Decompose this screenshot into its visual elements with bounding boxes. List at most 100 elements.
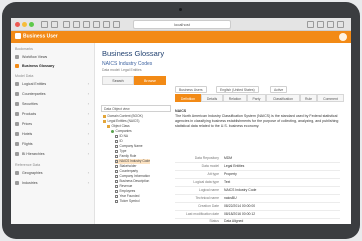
tab-rule[interactable]: Rule (300, 94, 317, 102)
prop-label: Logical data type (193, 180, 219, 184)
term-icon (115, 144, 118, 148)
folder-icon (107, 124, 110, 128)
chevron-right-icon: › (87, 102, 89, 106)
share-icon[interactable] (93, 21, 100, 28)
share-page-icon[interactable] (317, 21, 324, 28)
tree-node-label: ID NA (119, 134, 129, 138)
sidebar-item-bi-hierarchies[interactable]: BI Hierarchies › (15, 150, 91, 158)
app-logo[interactable]: Business User (15, 33, 58, 39)
tree-node-label: ID (119, 139, 123, 143)
page-subtitle: NAICS Industry Codes (102, 61, 153, 67)
prop-value: 08/22/2014 00:00:00 (224, 204, 256, 208)
back-icon[interactable] (41, 21, 48, 28)
filter-language-select[interactable]: English (United States) (216, 86, 259, 93)
tab-definition[interactable]: Definition (175, 94, 201, 102)
term-icon (115, 184, 118, 188)
sidebar-toggle-icon[interactable] (63, 21, 70, 28)
folder-icon (103, 119, 106, 123)
chevron-right-icon: › (87, 82, 89, 86)
reload-icon[interactable] (83, 21, 90, 28)
chevron-right-icon: › (87, 181, 89, 185)
sidebar-item-geographies[interactable]: Geographies › (15, 169, 91, 177)
camera-dot (179, 8, 182, 11)
chevron-right-icon: › (87, 142, 89, 146)
prop-divider (175, 162, 340, 163)
url-bar[interactable]: localhost (133, 20, 231, 29)
prop-divider (175, 202, 340, 203)
forward-icon[interactable] (51, 21, 58, 28)
sidebar-item-label: Flights (22, 142, 33, 146)
logo-icon (15, 33, 21, 39)
tab-search[interactable]: Search (102, 76, 134, 85)
sidebar-item-securities[interactable]: Securities › (15, 100, 91, 108)
tab-details[interactable]: Details (201, 94, 223, 102)
prop-label: Creation Date (198, 204, 219, 208)
term-icon (115, 189, 118, 193)
chevron-right-icon: › (87, 122, 89, 126)
home-icon[interactable] (73, 21, 80, 28)
tree-view-select[interactable]: Data Object view (101, 105, 171, 112)
tree-node-label: Revenue (119, 184, 133, 188)
entity-icon (15, 82, 19, 87)
app-name: Business User (23, 33, 58, 40)
sidebar-item-logical-entities[interactable]: Logical Entities › (15, 80, 91, 88)
sidebar-item-business-glossary[interactable]: Business Glossary (15, 62, 91, 70)
box-icon (15, 112, 19, 117)
minimize-window-icon[interactable] (22, 22, 27, 27)
download-icon[interactable] (307, 21, 314, 28)
chevron-right-icon: › (87, 92, 89, 96)
term-icon (115, 134, 118, 138)
sidebar-item-counterparties[interactable]: Counterparties › (15, 90, 91, 98)
term-icon (115, 199, 118, 203)
tree-node-label: Counterparty (119, 169, 138, 173)
filter-user-select[interactable]: Business Users (175, 86, 207, 93)
tree-node[interactable]: Ticker Symbol (115, 199, 140, 204)
new-tab-icon[interactable] (327, 21, 334, 28)
prop-value: NAICS Industry Code (224, 188, 257, 192)
chevron-right-icon: › (87, 171, 89, 175)
people-icon (15, 92, 19, 97)
tree-node-label: Domain Content (BOOK) (107, 114, 143, 118)
sidebar-item-hotels[interactable]: Hotels › (15, 130, 91, 138)
group-icon (111, 129, 114, 133)
tabs-overview-icon[interactable] (337, 21, 344, 28)
screen: localhost Business User Bookmarks Workfl… (11, 18, 351, 224)
sidebar: Bookmarks Workflow Views Business Glossa… (11, 43, 95, 224)
prop-label: Att type (207, 172, 220, 176)
hotel-icon (15, 132, 19, 137)
tab-comment[interactable]: Comment (317, 94, 344, 102)
term-icon (115, 149, 118, 153)
tree-node-label: Object Class (111, 124, 130, 128)
tree-node-label: Type (119, 149, 127, 153)
sidebar-item-prices[interactable]: Prices › (15, 120, 91, 128)
zoom-window-icon[interactable] (29, 22, 34, 27)
sidebar-item-label: Securities (22, 102, 38, 106)
app-header: Business User (11, 31, 351, 43)
sidebar-item-products[interactable]: Products › (15, 110, 91, 118)
object-tree: Data Object view Domain Content (BOOK) L… (101, 105, 171, 223)
user-avatar[interactable] (339, 33, 347, 41)
sidebar-item-label: Logical Entities (22, 82, 47, 86)
prop-value: Data Aligned (224, 219, 244, 223)
tree-node-label: Business Description (119, 179, 150, 183)
filter-status-select[interactable]: Active (270, 86, 288, 93)
tab-browse[interactable]: Browse (134, 76, 166, 85)
tree-node-label: Stakeholder (119, 164, 137, 168)
tab-party[interactable]: Party (247, 94, 266, 102)
sidebar-item-label: Counterparties (22, 92, 46, 96)
grid-icon[interactable] (113, 21, 120, 28)
term-icon (115, 139, 118, 143)
sidebar-item-workflow-views[interactable]: Workflow Views (15, 53, 91, 61)
prop-divider (175, 170, 340, 171)
sidebar-item-industries[interactable]: Industries › (15, 179, 91, 187)
tree-node-label: Company Information (119, 174, 150, 178)
bookmarks-icon[interactable] (103, 21, 110, 28)
tab-relation[interactable]: Relation (223, 94, 247, 102)
sidebar-item-label: Products (22, 112, 37, 116)
main-content: Business Glossary NAICS Industry Codes D… (96, 43, 351, 224)
close-window-icon[interactable] (15, 22, 20, 27)
tree-node-label: Employees (119, 189, 136, 193)
breadcrumb[interactable]: Data model: Legal Entities (102, 68, 142, 72)
sidebar-item-flights[interactable]: Flights › (15, 140, 91, 148)
tab-classification[interactable]: Classification (266, 94, 300, 102)
